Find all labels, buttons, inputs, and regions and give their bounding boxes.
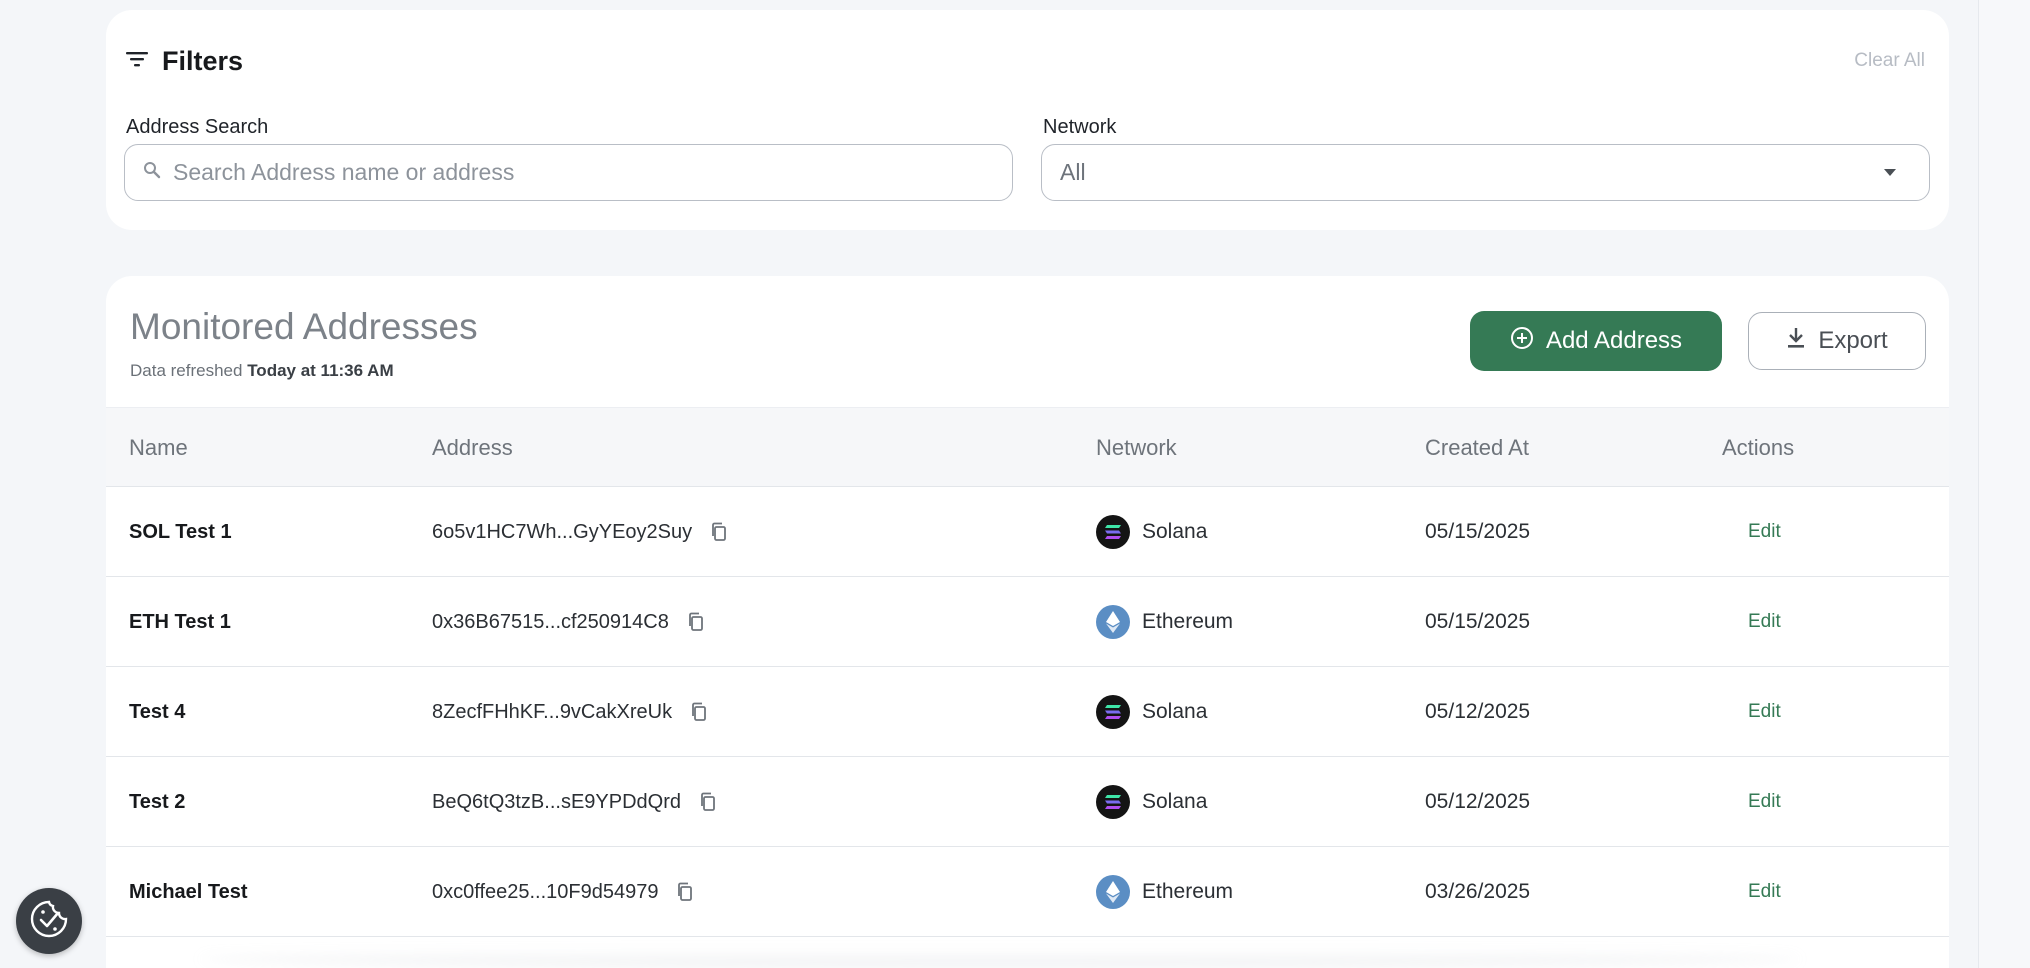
data-refreshed-text: Data refreshed Today at 11:36 AM [130, 361, 394, 381]
network-label: Network [1043, 116, 1117, 138]
edit-button[interactable]: Edit [1748, 757, 1781, 847]
row-address-cell: 8ZecfFHhKF...9vCakXreUk [432, 667, 708, 757]
row-network-cell: Ethereum [1096, 847, 1233, 937]
row-created-at: 03/26/2025 [1425, 880, 1531, 903]
monitored-addresses-card: Monitored Addresses Data refreshed Today… [106, 276, 1949, 968]
row-network: Ethereum [1142, 880, 1234, 903]
filters-card: Filters Clear All Address Search Search … [106, 10, 1949, 230]
download-icon [1786, 327, 1806, 356]
row-network: Solana [1142, 790, 1208, 813]
column-header-actions: Actions [1722, 435, 1795, 460]
row-created-at: 05/15/2025 [1425, 520, 1531, 543]
table-row: SOL Test 1 6o5v1HC7Wh...GyYEoy2Suy Solan… [106, 487, 1949, 577]
row-address: 6o5v1HC7Wh...GyYEoy2Suy [432, 520, 693, 543]
cookie-consent-button[interactable] [16, 888, 82, 954]
network-select[interactable]: All [1041, 144, 1930, 201]
row-network-cell: Ethereum [1096, 577, 1233, 667]
row-network-cell: Solana [1096, 667, 1207, 757]
row-created-at: 05/12/2025 [1425, 790, 1531, 813]
filters-title: Filters [162, 46, 244, 76]
copy-icon[interactable] [690, 702, 708, 722]
solana-logo-icon [1096, 515, 1130, 549]
row-name: ETH Test 1 [129, 610, 231, 633]
edit-button[interactable]: Edit [1748, 847, 1781, 937]
edit-button[interactable]: Edit [1748, 487, 1781, 577]
table-row: Test 2 BeQ6tQ3tzB...sE9YPDdQrd Solana 05… [106, 757, 1949, 847]
column-header-name[interactable]: Name [129, 435, 188, 461]
clear-all-button[interactable]: Clear All [1854, 50, 1925, 72]
cookie-consent-icon [28, 898, 70, 945]
plus-circle-icon [1510, 326, 1534, 357]
row-address: 0x36B67515...cf250914C8 [432, 610, 669, 633]
row-name: Michael Test [129, 880, 248, 903]
network-select-value: All [1060, 159, 1086, 185]
row-network-cell: Solana [1096, 757, 1207, 847]
add-address-label: Add Address [1545, 327, 1683, 354]
add-address-button[interactable]: Add Address [1470, 311, 1722, 371]
column-header-network[interactable]: Network [1096, 435, 1177, 461]
row-address: 0xc0ffee25...10F9d54979 [432, 880, 659, 903]
copy-icon[interactable] [687, 612, 705, 632]
refresh-time: Today at 11:36 AM [247, 361, 394, 380]
edit-button[interactable]: Edit [1748, 577, 1781, 667]
row-network-cell: Solana [1096, 487, 1207, 577]
chevron-down-icon [1883, 164, 1897, 182]
refresh-prefix: Data refreshed [130, 361, 243, 380]
row-address: BeQ6tQ3tzB...sE9YPDdQrd [432, 790, 681, 813]
table-row: Test 4 8ZecfFHhKF...9vCakXreUk Solana 05… [106, 667, 1949, 757]
row-address-cell: 0x36B67515...cf250914C8 [432, 577, 705, 667]
row-address-cell: 0xc0ffee25...10F9d54979 [432, 847, 694, 937]
page-scroll-edge [1978, 0, 2030, 968]
row-name: Test 4 [129, 700, 186, 723]
row-created-at: 05/12/2025 [1425, 700, 1531, 723]
row-address-cell: BeQ6tQ3tzB...sE9YPDdQrd [432, 757, 717, 847]
edit-button[interactable]: Edit [1748, 667, 1781, 757]
export-label: Export [1818, 327, 1888, 354]
filter-icon [126, 50, 148, 73]
export-button[interactable]: Export [1748, 312, 1926, 370]
search-icon [143, 161, 161, 184]
row-network: Ethereum [1142, 610, 1234, 633]
row-name: Test 2 [129, 790, 186, 813]
ethereum-logo-icon [1096, 875, 1130, 909]
table-row: Michael Test 0xc0ffee25...10F9d54979 Eth… [106, 847, 1949, 937]
table-row: ETH Test 1 0x36B67515...cf250914C8 Ether… [106, 577, 1949, 667]
solana-logo-icon [1096, 695, 1130, 729]
copy-icon[interactable] [699, 792, 717, 812]
row-address: 8ZecfFHhKF...9vCakXreUk [432, 700, 673, 723]
row-network: Solana [1142, 700, 1208, 723]
address-search-label: Address Search [126, 116, 269, 138]
row-created-at: 05/15/2025 [1425, 610, 1531, 633]
ethereum-logo-icon [1096, 605, 1130, 639]
copy-icon[interactable] [710, 522, 728, 542]
table-header: Name Address Network Created At Actions [106, 407, 1949, 487]
row-address-cell: 6o5v1HC7Wh...GyYEoy2Suy [432, 487, 728, 577]
address-search-input[interactable]: Search Address name or address [124, 144, 1013, 201]
scroll-shadow [200, 950, 1800, 968]
column-header-created-at[interactable]: Created At [1425, 435, 1529, 461]
row-network: Solana [1142, 520, 1208, 543]
address-search-placeholder: Search Address name or address [173, 159, 515, 185]
column-header-address[interactable]: Address [432, 435, 513, 461]
row-name: SOL Test 1 [129, 520, 232, 543]
filters-header: Filters [126, 46, 243, 77]
monitored-addresses-title: Monitored Addresses [130, 306, 478, 347]
solana-logo-icon [1096, 785, 1130, 819]
copy-icon[interactable] [676, 882, 694, 902]
